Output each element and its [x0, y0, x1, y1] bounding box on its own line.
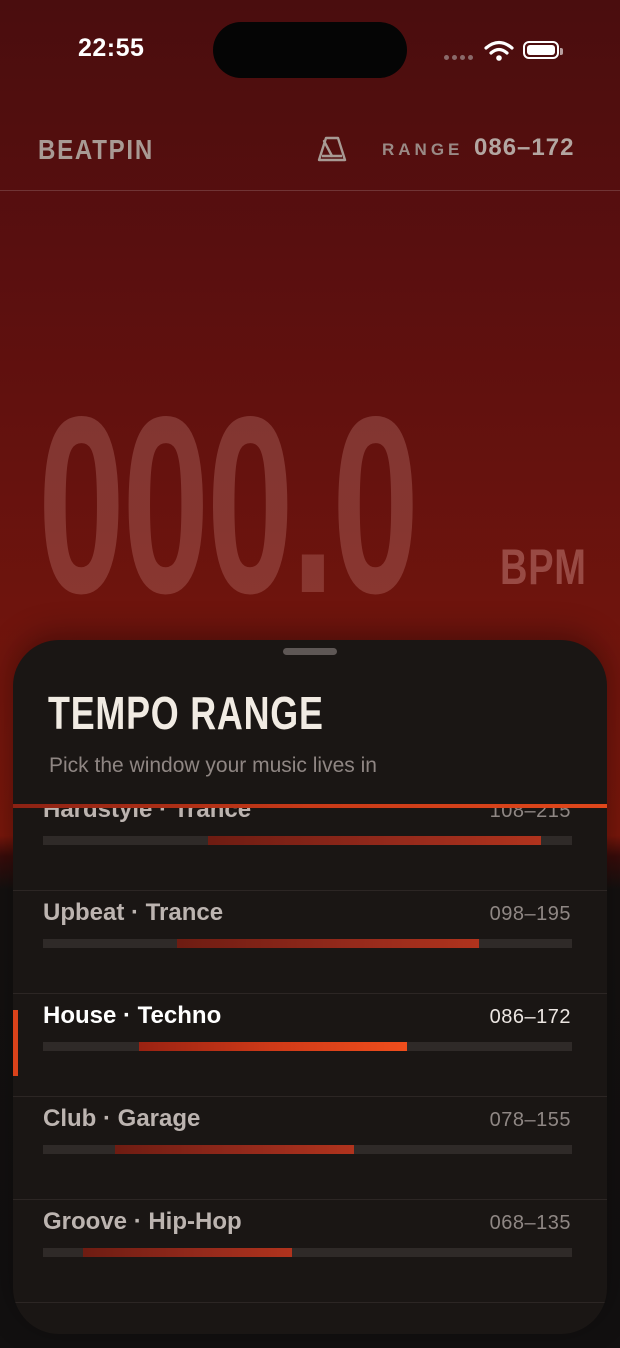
range-value[interactable]: 086–172	[474, 134, 574, 162]
selected-marker	[13, 1010, 18, 1076]
tempo-range-bar	[43, 1145, 572, 1154]
tempo-option-name: Hardstyle · Trance	[43, 808, 252, 823]
status-bar: 22:55	[0, 0, 620, 100]
sheet-subtitle: Pick the window your music lives in	[49, 754, 377, 777]
tempo-range-fill	[83, 1248, 292, 1257]
tempo-range-fill	[207, 836, 541, 845]
status-time: 22:55	[78, 34, 145, 62]
dynamic-island	[213, 22, 407, 78]
tempo-option-name: Club · Garage	[43, 1105, 201, 1132]
tempo-option-range: 098–195	[489, 903, 571, 925]
metronome-icon[interactable]	[316, 134, 348, 164]
sheet-grabber[interactable]	[283, 648, 337, 655]
tempo-option[interactable]: Groove · Hip-Hop 068–135	[13, 1200, 607, 1303]
brand-logo: BEATPIN	[38, 134, 154, 165]
bpm-unit-label: BPM	[500, 539, 587, 595]
tempo-option[interactable]: Hardstyle · Trance 108–215	[13, 808, 607, 891]
range-label: RANGE	[382, 140, 464, 159]
app-header: BEATPIN RANGE 086–172	[0, 110, 620, 191]
wifi-icon	[484, 40, 514, 61]
cellular-signal-icon	[444, 55, 473, 60]
tempo-range-bar	[43, 1042, 572, 1051]
tempo-option[interactable]: Club · Garage 078–155	[13, 1097, 607, 1200]
tempo-range-bar	[43, 836, 572, 845]
sheet-title: TEMPO RANGE	[48, 687, 324, 739]
battery-icon	[523, 41, 563, 59]
tempo-range-bar	[43, 939, 572, 948]
app-screen: 22:55 BEATPIN RANGE 086–172 000.0 BPM TE…	[0, 0, 620, 1348]
tempo-option-name: Groove · Hip-Hop	[43, 1208, 242, 1235]
tempo-range-fill	[176, 939, 479, 948]
tempo-option[interactable]: Upbeat · Trance 098–195	[13, 891, 607, 994]
tempo-range-bar	[43, 1248, 572, 1257]
tempo-option-range: 086–172	[489, 1006, 571, 1028]
tempo-option[interactable]: House · Techno 086–172	[13, 994, 607, 1097]
tempo-option-name: House · Techno	[43, 1002, 222, 1029]
tempo-option-range: 068–135	[489, 1212, 571, 1234]
tempo-range-list: Hardstyle · Trance 108–215 Upbeat · Tran…	[13, 808, 607, 1334]
bpm-readout: 000.0	[38, 365, 419, 646]
tempo-option-range: 078–155	[489, 1109, 571, 1131]
tempo-range-fill	[114, 1145, 355, 1154]
tempo-option-name: Upbeat · Trance	[43, 899, 224, 926]
tempo-option-range: 108–215	[489, 808, 571, 822]
tempo-range-sheet: TEMPO RANGE Pick the window your music l…	[13, 640, 607, 1334]
tempo-range-fill	[139, 1042, 408, 1051]
